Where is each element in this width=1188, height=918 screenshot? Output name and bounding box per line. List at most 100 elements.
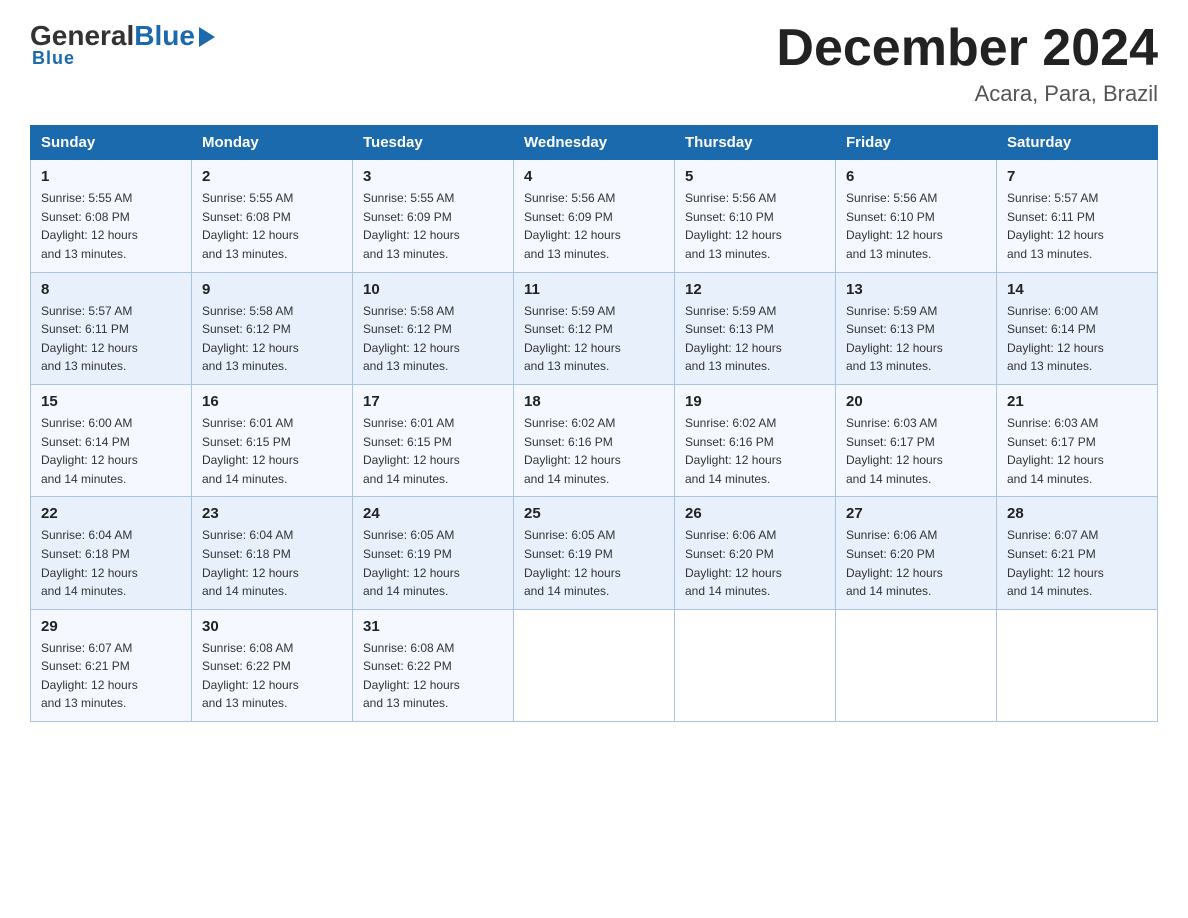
day-info: Sunrise: 6:08 AMSunset: 6:22 PMDaylight:… — [202, 639, 342, 713]
day-info: Sunrise: 6:05 AMSunset: 6:19 PMDaylight:… — [363, 526, 503, 600]
day-number: 16 — [202, 393, 342, 410]
day-info: Sunrise: 6:00 AMSunset: 6:14 PMDaylight:… — [1007, 302, 1147, 376]
day-number: 3 — [363, 168, 503, 185]
day-number: 30 — [202, 618, 342, 635]
day-info: Sunrise: 6:06 AMSunset: 6:20 PMDaylight:… — [846, 526, 986, 600]
day-info: Sunrise: 5:59 AMSunset: 6:13 PMDaylight:… — [846, 302, 986, 376]
day-info: Sunrise: 5:57 AMSunset: 6:11 PMDaylight:… — [41, 302, 181, 376]
day-info: Sunrise: 5:56 AMSunset: 6:10 PMDaylight:… — [685, 189, 825, 263]
calendar-cell: 7Sunrise: 5:57 AMSunset: 6:11 PMDaylight… — [997, 160, 1158, 272]
col-header-thursday: Thursday — [675, 126, 836, 160]
day-info: Sunrise: 5:55 AMSunset: 6:08 PMDaylight:… — [202, 189, 342, 263]
calendar-cell: 11 Sunrise: 5:59 AMSunset: 6:12 PMDayligh… — [514, 272, 675, 384]
calendar-cell: 9 Sunrise: 5:58 AMSunset: 6:12 PMDaylight… — [192, 272, 353, 384]
logo-underline-text: Blue — [32, 48, 75, 68]
calendar-cell: 20 Sunrise: 6:03 AMSunset: 6:17 PMDayligh… — [836, 384, 997, 496]
day-number: 14 — [1007, 281, 1147, 298]
day-number: 27 — [846, 505, 986, 522]
day-info: Sunrise: 5:56 AMSunset: 6:09 PMDaylight:… — [524, 189, 664, 263]
calendar-cell: 26 Sunrise: 6:06 AMSunset: 6:20 PMDayligh… — [675, 497, 836, 609]
day-number: 26 — [685, 505, 825, 522]
col-header-friday: Friday — [836, 126, 997, 160]
day-info: Sunrise: 6:03 AMSunset: 6:17 PMDaylight:… — [1007, 414, 1147, 488]
day-number: 29 — [41, 618, 181, 635]
day-number: 9 — [202, 281, 342, 298]
calendar-title: December 2024 — [776, 20, 1158, 77]
day-number: 2 — [202, 168, 342, 185]
day-info: Sunrise: 5:59 AMSunset: 6:13 PMDaylight:… — [685, 302, 825, 376]
day-number: 21 — [1007, 393, 1147, 410]
calendar-cell — [514, 609, 675, 721]
day-info: Sunrise: 6:03 AMSunset: 6:17 PMDaylight:… — [846, 414, 986, 488]
calendar-cell — [836, 609, 997, 721]
day-number: 20 — [846, 393, 986, 410]
day-number: 12 — [685, 281, 825, 298]
calendar-cell: 16 Sunrise: 6:01 AMSunset: 6:15 PMDayligh… — [192, 384, 353, 496]
calendar-cell: 2 Sunrise: 5:55 AMSunset: 6:08 PMDaylight… — [192, 160, 353, 272]
day-info: Sunrise: 6:07 AMSunset: 6:21 PMDaylight:… — [1007, 526, 1147, 600]
day-info: Sunrise: 6:00 AMSunset: 6:14 PMDaylight:… — [41, 414, 181, 488]
calendar-cell: 24 Sunrise: 6:05 AMSunset: 6:19 PMDayligh… — [353, 497, 514, 609]
day-info: Sunrise: 5:58 AMSunset: 6:12 PMDaylight:… — [363, 302, 503, 376]
calendar-cell — [675, 609, 836, 721]
calendar-week-row: 29Sunrise: 6:07 AMSunset: 6:21 PMDayligh… — [31, 609, 1158, 721]
calendar-cell: 18Sunrise: 6:02 AMSunset: 6:16 PMDayligh… — [514, 384, 675, 496]
day-info: Sunrise: 6:02 AMSunset: 6:16 PMDaylight:… — [685, 414, 825, 488]
calendar-week-row: 1 Sunrise: 5:55 AMSunset: 6:08 PMDaylight… — [31, 160, 1158, 272]
calendar-cell: 31Sunrise: 6:08 AMSunset: 6:22 PMDayligh… — [353, 609, 514, 721]
calendar-cell: 27 Sunrise: 6:06 AMSunset: 6:20 PMDayligh… — [836, 497, 997, 609]
col-header-saturday: Saturday — [997, 126, 1158, 160]
day-info: Sunrise: 5:55 AMSunset: 6:08 PMDaylight:… — [41, 189, 181, 263]
logo-triangle-icon — [199, 27, 215, 47]
calendar-week-row: 15 Sunrise: 6:00 AMSunset: 6:14 PMDayligh… — [31, 384, 1158, 496]
col-header-tuesday: Tuesday — [353, 126, 514, 160]
page-header: General Blue Blue December 2024 Acara, P… — [30, 20, 1158, 107]
day-number: 6 — [846, 168, 986, 185]
calendar-cell: 30 Sunrise: 6:08 AMSunset: 6:22 PMDayligh… — [192, 609, 353, 721]
day-number: 11 — [524, 281, 664, 298]
day-info: Sunrise: 6:01 AMSunset: 6:15 PMDaylight:… — [363, 414, 503, 488]
calendar-cell: 19Sunrise: 6:02 AMSunset: 6:16 PMDayligh… — [675, 384, 836, 496]
calendar-cell: 25Sunrise: 6:05 AMSunset: 6:19 PMDayligh… — [514, 497, 675, 609]
day-info: Sunrise: 6:04 AMSunset: 6:18 PMDaylight:… — [202, 526, 342, 600]
calendar-cell: 6 Sunrise: 5:56 AMSunset: 6:10 PMDaylight… — [836, 160, 997, 272]
day-info: Sunrise: 5:59 AMSunset: 6:12 PMDaylight:… — [524, 302, 664, 376]
day-number: 13 — [846, 281, 986, 298]
calendar-cell: 21 Sunrise: 6:03 AMSunset: 6:17 PMDayligh… — [997, 384, 1158, 496]
day-info: Sunrise: 6:06 AMSunset: 6:20 PMDaylight:… — [685, 526, 825, 600]
calendar-cell: 28 Sunrise: 6:07 AMSunset: 6:21 PMDayligh… — [997, 497, 1158, 609]
calendar-cell: 23Sunrise: 6:04 AMSunset: 6:18 PMDayligh… — [192, 497, 353, 609]
day-info: Sunrise: 6:05 AMSunset: 6:19 PMDaylight:… — [524, 526, 664, 600]
calendar-header-row: SundayMondayTuesdayWednesdayThursdayFrid… — [31, 126, 1158, 160]
day-number: 1 — [41, 168, 181, 185]
day-info: Sunrise: 5:58 AMSunset: 6:12 PMDaylight:… — [202, 302, 342, 376]
day-info: Sunrise: 6:04 AMSunset: 6:18 PMDaylight:… — [41, 526, 181, 600]
calendar-cell — [997, 609, 1158, 721]
day-number: 8 — [41, 281, 181, 298]
day-info: Sunrise: 5:56 AMSunset: 6:10 PMDaylight:… — [846, 189, 986, 263]
calendar-week-row: 22 Sunrise: 6:04 AMSunset: 6:18 PMDayligh… — [31, 497, 1158, 609]
calendar-title-block: December 2024 Acara, Para, Brazil — [776, 20, 1158, 107]
calendar-cell: 14 Sunrise: 6:00 AMSunset: 6:14 PMDayligh… — [997, 272, 1158, 384]
day-info: Sunrise: 5:57 AMSunset: 6:11 PMDaylight:… — [1007, 189, 1147, 263]
col-header-sunday: Sunday — [31, 126, 192, 160]
calendar-table: SundayMondayTuesdayWednesdayThursdayFrid… — [30, 125, 1158, 722]
day-number: 24 — [363, 505, 503, 522]
day-number: 31 — [363, 618, 503, 635]
calendar-cell: 17 Sunrise: 6:01 AMSunset: 6:15 PMDayligh… — [353, 384, 514, 496]
day-info: Sunrise: 6:01 AMSunset: 6:15 PMDaylight:… — [202, 414, 342, 488]
calendar-week-row: 8 Sunrise: 5:57 AMSunset: 6:11 PMDaylight… — [31, 272, 1158, 384]
day-number: 4 — [524, 168, 664, 185]
day-number: 10 — [363, 281, 503, 298]
col-header-monday: Monday — [192, 126, 353, 160]
day-number: 5 — [685, 168, 825, 185]
calendar-cell: 15 Sunrise: 6:00 AMSunset: 6:14 PMDayligh… — [31, 384, 192, 496]
calendar-cell: 12 Sunrise: 5:59 AMSunset: 6:13 PMDayligh… — [675, 272, 836, 384]
calendar-cell: 22 Sunrise: 6:04 AMSunset: 6:18 PMDayligh… — [31, 497, 192, 609]
day-number: 17 — [363, 393, 503, 410]
day-number: 15 — [41, 393, 181, 410]
logo: General Blue Blue — [30, 20, 215, 69]
day-number: 28 — [1007, 505, 1147, 522]
day-number: 22 — [41, 505, 181, 522]
calendar-cell: 10 Sunrise: 5:58 AMSunset: 6:12 PMDayligh… — [353, 272, 514, 384]
